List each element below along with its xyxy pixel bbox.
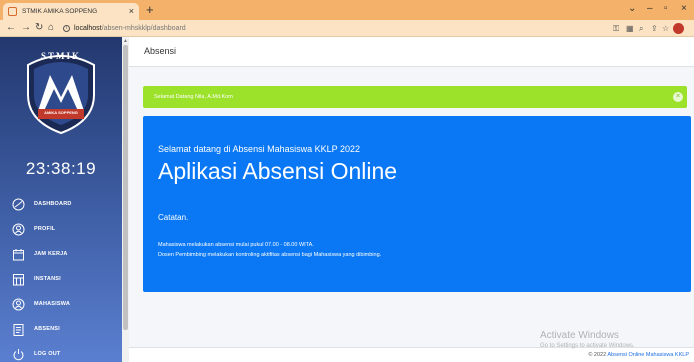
- sidebar-item-label: PROFIL: [34, 226, 56, 232]
- back-button[interactable]: ←: [6, 21, 16, 35]
- page-footer: © 2022 Absensi Online Mahasiswa KKLP: [129, 347, 694, 362]
- info-icon[interactable]: i: [63, 25, 70, 32]
- info-card: Selamat datang di Absensi Mahasiswa KKLP…: [143, 116, 691, 292]
- activate-windows-title: Activate Windows: [540, 330, 619, 341]
- clipboard-icon: [11, 322, 25, 336]
- minimize-button[interactable]: –: [647, 2, 653, 16]
- browser-tab[interactable]: STMIK AMIKA SOPPENG ×: [3, 3, 139, 20]
- scroll-up-icon[interactable]: ▲: [123, 38, 128, 44]
- user-icon: [11, 222, 25, 236]
- footer-text: © 2022 Absensi Online Mahasiswa KKLP: [588, 352, 689, 358]
- sidebar-scrollbar[interactable]: ▲: [122, 37, 129, 362]
- main-content: Absensi Selamat Datang Nila, A.Md.Kom × …: [129, 37, 694, 362]
- users-icon: [11, 297, 25, 311]
- address-bar: ← → ↻ ⌂ i localhost /absen-mhskklp/dashb…: [0, 20, 694, 37]
- welcome-alert: Selamat Datang Nila, A.Md.Kom ×: [143, 86, 687, 108]
- page-title: Absensi: [144, 46, 177, 56]
- profile-avatar[interactable]: [673, 23, 684, 34]
- tab-title: STMIK AMIKA SOPPENG: [22, 8, 98, 15]
- dashboard-icon: [11, 197, 25, 211]
- sidebar-item-label: INSTANSI: [34, 276, 61, 282]
- sidebar-item-absensi[interactable]: ABSENSI: [11, 321, 60, 337]
- college-logo: STMIK AMIKA SOPPENG: [18, 45, 104, 135]
- chevron-down-icon[interactable]: ⌄: [628, 2, 636, 16]
- sidebar-item-label: JAM KERJA: [34, 251, 68, 257]
- sidebar-item-mahasiswa[interactable]: MAHASISWA: [11, 296, 70, 312]
- logo-text: STMIK: [40, 51, 81, 61]
- browser-tab-bar: STMIK AMIKA SOPPENG × + ⌄ – ▫ ×: [0, 0, 694, 20]
- alert-close-button[interactable]: ×: [673, 92, 683, 102]
- sidebar-item-jam-kerja[interactable]: JAM KERJA: [11, 246, 68, 262]
- maximize-button[interactable]: ▫: [664, 2, 668, 16]
- building-icon: [11, 272, 25, 286]
- footer-link[interactable]: Absensi Online Mahasiswa KKLP: [607, 352, 689, 358]
- card-subtitle: Selamat datang di Absensi Mahasiswa KKLP…: [158, 144, 360, 154]
- sidebar-item-instansi[interactable]: INSTANSI: [11, 271, 61, 287]
- translate-icon[interactable]: ▦: [626, 23, 634, 34]
- power-icon: [11, 347, 25, 361]
- logo-subtext: AMIKA SOPPENG: [44, 110, 78, 115]
- close-window-button[interactable]: ×: [681, 2, 687, 16]
- sidebar-item-logout[interactable]: LOG OUT: [11, 346, 60, 362]
- sidebar-item-dashboard[interactable]: DASHBOARD: [11, 196, 72, 212]
- sidebar-item-label: DASHBOARD: [34, 201, 72, 207]
- tab-close-button[interactable]: ×: [129, 7, 134, 16]
- forward-button[interactable]: →: [21, 21, 31, 35]
- favicon-icon: [8, 7, 17, 16]
- card-note-line: Dosen Pembimbing melakukan kontroling ak…: [158, 252, 382, 258]
- scrollbar-thumb[interactable]: [123, 45, 128, 330]
- card-notes-label: Catatan.: [158, 213, 189, 222]
- footer-copyright: © 2022: [588, 352, 608, 358]
- calendar-icon: [11, 247, 25, 261]
- url-input[interactable]: i localhost /absen-mhskklp/dashboard: [59, 22, 605, 35]
- key-icon[interactable]: ⚿: [613, 23, 619, 34]
- page-header: Absensi: [129, 37, 694, 67]
- sidebar-item-label: LOG OUT: [34, 351, 61, 357]
- clock: 23:38:19: [25, 159, 97, 178]
- activate-windows-subtitle: Go to Settings to activate Windows.: [540, 343, 635, 349]
- sidebar-item-profil[interactable]: PROFIL: [11, 221, 55, 237]
- bookmark-star-icon[interactable]: ☆: [662, 23, 669, 34]
- url-path: /absen-mhskklp/dashboard: [101, 25, 186, 32]
- card-title: Aplikasi Absensi Online: [158, 158, 398, 184]
- zoom-icon[interactable]: ⌕: [639, 23, 643, 34]
- new-tab-button[interactable]: +: [146, 2, 154, 18]
- alert-text: Selamat Datang Nila, A.Md.Kom: [154, 94, 233, 100]
- home-button[interactable]: ⌂: [48, 21, 54, 35]
- sidebar-item-label: ABSENSI: [34, 326, 60, 332]
- url-host: localhost: [74, 25, 102, 32]
- share-icon[interactable]: ⇪: [651, 23, 658, 34]
- sidebar: STMIK AMIKA SOPPENG 23:38:19 DASHBOARD P…: [0, 37, 122, 362]
- card-note-line: Mahasiswa melakukan absensi mulai pukul …: [158, 242, 314, 248]
- reload-button[interactable]: ↻: [35, 21, 43, 35]
- sidebar-item-label: MAHASISWA: [34, 301, 71, 307]
